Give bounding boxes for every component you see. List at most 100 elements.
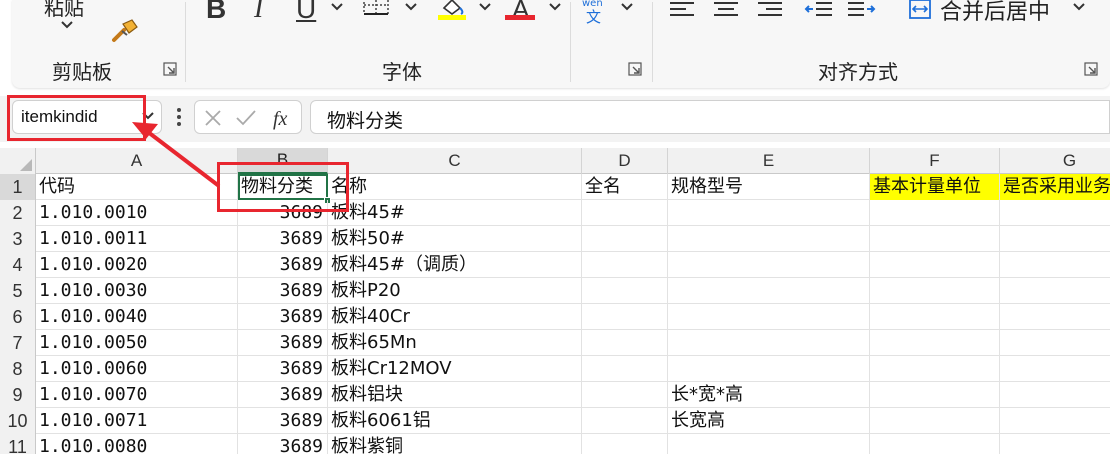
cell-c1[interactable]: 名称 bbox=[328, 174, 582, 200]
cell-f11[interactable] bbox=[870, 434, 1000, 454]
cell-d9[interactable] bbox=[582, 382, 668, 408]
bold-button[interactable]: B bbox=[206, 0, 226, 26]
cell-g3[interactable] bbox=[1000, 226, 1110, 252]
column-header-g[interactable]: G bbox=[1000, 148, 1110, 174]
cell-d8[interactable] bbox=[582, 356, 668, 382]
row-header[interactable]: 8 bbox=[0, 356, 36, 382]
underline-button[interactable]: U bbox=[296, 0, 316, 26]
cell-e3[interactable] bbox=[668, 226, 870, 252]
cell-f8[interactable] bbox=[870, 356, 1000, 382]
italic-button[interactable]: I bbox=[254, 0, 263, 26]
cell-a8[interactable]: 1.010.0060 bbox=[36, 356, 238, 382]
borders-dropdown-icon[interactable] bbox=[404, 2, 418, 12]
cell-e2[interactable] bbox=[668, 200, 870, 226]
cell-b5[interactable]: 3689 bbox=[238, 278, 328, 304]
cell-a6[interactable]: 1.010.0040 bbox=[36, 304, 238, 330]
cell-f5[interactable] bbox=[870, 278, 1000, 304]
cell-a10[interactable]: 1.010.0071 bbox=[36, 408, 238, 434]
cell-f10[interactable] bbox=[870, 408, 1000, 434]
enter-check-icon[interactable] bbox=[235, 108, 257, 128]
cell-d5[interactable] bbox=[582, 278, 668, 304]
decrease-indent-icon[interactable] bbox=[804, 0, 834, 20]
fill-color-icon[interactable] bbox=[436, 0, 468, 20]
cell-d1[interactable]: 全名 bbox=[582, 174, 668, 200]
cell-a2[interactable]: 1.010.0010 bbox=[36, 200, 238, 226]
cell-f9[interactable] bbox=[870, 382, 1000, 408]
row-header[interactable]: 2 bbox=[0, 200, 36, 226]
cell-e11[interactable] bbox=[668, 434, 870, 454]
font-dialog-launcher-icon[interactable] bbox=[628, 62, 642, 76]
formula-input[interactable]: 物料分类 bbox=[310, 100, 1110, 134]
font-color-dropdown-icon[interactable] bbox=[548, 2, 562, 12]
format-painter-icon[interactable] bbox=[110, 18, 140, 44]
cell-g8[interactable] bbox=[1000, 356, 1110, 382]
cell-e6[interactable] bbox=[668, 304, 870, 330]
more-options-icon[interactable] bbox=[172, 106, 186, 128]
cancel-icon[interactable] bbox=[203, 108, 223, 128]
cell-d11[interactable] bbox=[582, 434, 668, 454]
cell-b9[interactable]: 3689 bbox=[238, 382, 328, 408]
column-header-d[interactable]: D bbox=[582, 148, 668, 174]
cell-c8[interactable]: 板料Cr12MOV bbox=[328, 356, 582, 382]
cell-a1[interactable]: 代码 bbox=[36, 174, 238, 200]
increase-indent-icon[interactable] bbox=[846, 0, 876, 20]
row-header[interactable]: 4 bbox=[0, 252, 36, 278]
cell-a9[interactable]: 1.010.0070 bbox=[36, 382, 238, 408]
insert-function-icon[interactable]: fx bbox=[271, 105, 297, 131]
cell-c11[interactable]: 板料紫铜 bbox=[328, 434, 582, 454]
paste-button[interactable]: 粘贴 bbox=[44, 0, 84, 21]
cell-e5[interactable] bbox=[668, 278, 870, 304]
column-header-e[interactable]: E bbox=[668, 148, 870, 174]
select-all-button[interactable] bbox=[0, 148, 36, 174]
row-header[interactable]: 10 bbox=[0, 408, 36, 434]
cell-a5[interactable]: 1.010.0030 bbox=[36, 278, 238, 304]
row-header[interactable]: 6 bbox=[0, 304, 36, 330]
cell-d4[interactable] bbox=[582, 252, 668, 278]
row-header[interactable]: 5 bbox=[0, 278, 36, 304]
cell-c6[interactable]: 板料40Cr bbox=[328, 304, 582, 330]
cell-g4[interactable] bbox=[1000, 252, 1110, 278]
row-header[interactable]: 3 bbox=[0, 226, 36, 252]
cell-g2[interactable] bbox=[1000, 200, 1110, 226]
cell-g6[interactable] bbox=[1000, 304, 1110, 330]
cell-g11[interactable] bbox=[1000, 434, 1110, 454]
cell-e9[interactable]: 长*宽*高 bbox=[668, 382, 870, 408]
row-header[interactable]: 1 bbox=[0, 174, 36, 200]
cell-e10[interactable]: 长宽高 bbox=[668, 408, 870, 434]
cell-c9[interactable]: 板料铝块 bbox=[328, 382, 582, 408]
cell-b6[interactable]: 3689 bbox=[238, 304, 328, 330]
merge-center-icon[interactable] bbox=[908, 0, 932, 20]
cell-b10[interactable]: 3689 bbox=[238, 408, 328, 434]
cell-g7[interactable] bbox=[1000, 330, 1110, 356]
cell-b8[interactable]: 3689 bbox=[238, 356, 328, 382]
align-right-icon[interactable] bbox=[756, 0, 784, 20]
underline-dropdown-icon[interactable] bbox=[330, 2, 344, 12]
cell-d6[interactable] bbox=[582, 304, 668, 330]
cell-c7[interactable]: 板料65Mn bbox=[328, 330, 582, 356]
cell-c5[interactable]: 板料P20 bbox=[328, 278, 582, 304]
cell-b7[interactable]: 3689 bbox=[238, 330, 328, 356]
cell-g9[interactable] bbox=[1000, 382, 1110, 408]
cell-g5[interactable] bbox=[1000, 278, 1110, 304]
cell-f2[interactable] bbox=[870, 200, 1000, 226]
cell-b4[interactable]: 3689 bbox=[238, 252, 328, 278]
cell-d10[interactable] bbox=[582, 408, 668, 434]
cell-c2[interactable]: 板料45# bbox=[328, 200, 582, 226]
cell-a7[interactable]: 1.010.0050 bbox=[36, 330, 238, 356]
row-header[interactable]: 11 bbox=[0, 434, 36, 454]
cell-d2[interactable] bbox=[582, 200, 668, 226]
cell-c10[interactable]: 板料6061铝 bbox=[328, 408, 582, 434]
merge-center-button[interactable]: 合并后居中 bbox=[940, 0, 1050, 26]
cell-f4[interactable] bbox=[870, 252, 1000, 278]
cell-f1[interactable]: 基本计量单位 bbox=[870, 174, 1000, 200]
font-color-button[interactable]: A bbox=[512, 0, 529, 26]
column-header-f[interactable]: F bbox=[870, 148, 1000, 174]
cell-f3[interactable] bbox=[870, 226, 1000, 252]
fill-color-dropdown-icon[interactable] bbox=[478, 2, 492, 12]
cell-a11[interactable]: 1.010.0080 bbox=[36, 434, 238, 454]
cell-e8[interactable] bbox=[668, 356, 870, 382]
align-center-icon[interactable] bbox=[712, 0, 740, 20]
cell-f6[interactable] bbox=[870, 304, 1000, 330]
cell-g1[interactable]: 是否采用业务 bbox=[1000, 174, 1110, 200]
merge-center-dropdown-icon[interactable] bbox=[1072, 2, 1086, 12]
